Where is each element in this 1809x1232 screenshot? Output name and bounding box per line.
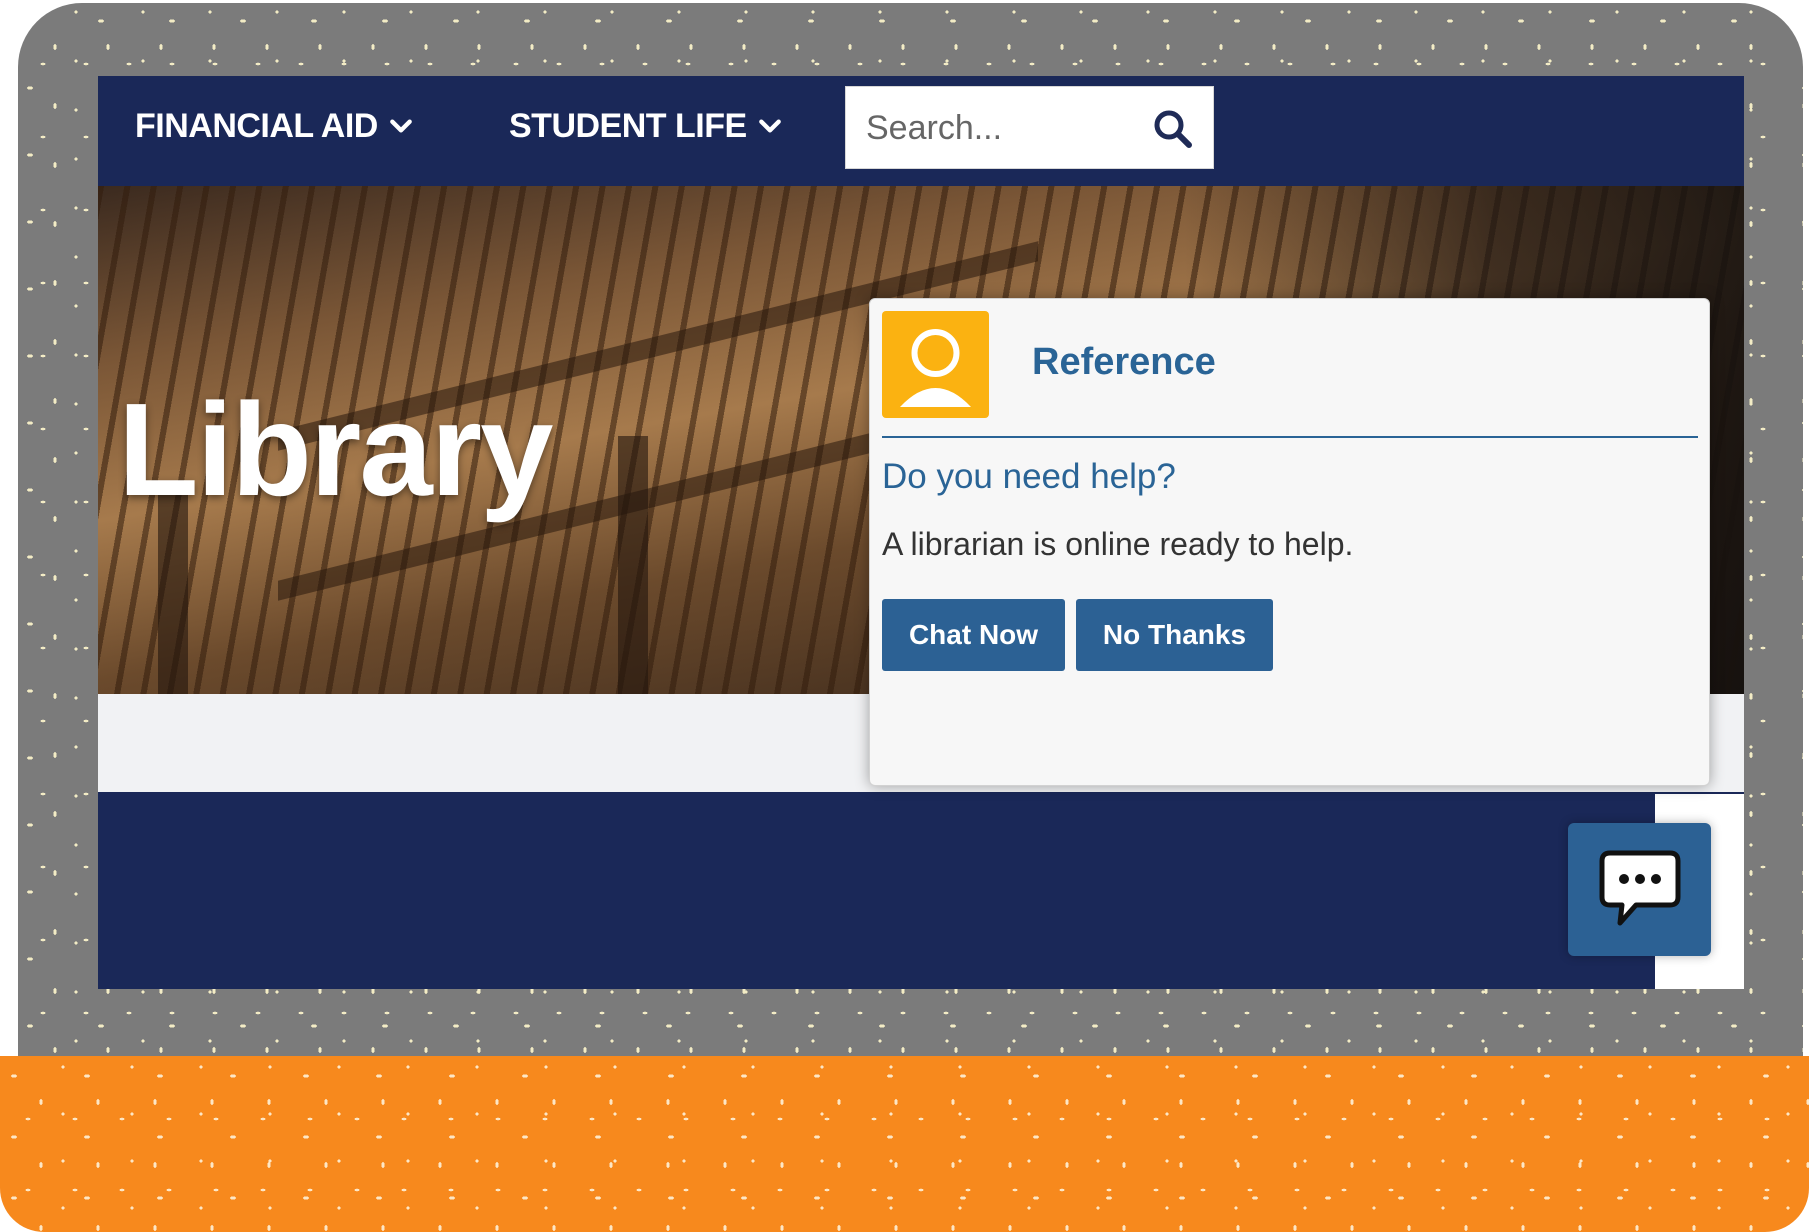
chat-now-button[interactable]: Chat Now <box>882 599 1065 671</box>
popup-title: Reference <box>1032 341 1216 383</box>
top-navigation-bar: FINANCIAL AID STUDENT LIFE <box>98 76 1744 186</box>
nav-financial-aid[interactable]: FINANCIAL AID <box>135 102 414 150</box>
nav-student-life[interactable]: STUDENT LIFE <box>509 102 783 150</box>
search-input[interactable] <box>864 101 1138 155</box>
chat-launcher-button[interactable] <box>1568 823 1711 956</box>
nav-student-life-label: STUDENT LIFE <box>509 106 747 145</box>
content-band-dark <box>98 792 1744 989</box>
user-avatar-icon <box>882 311 989 418</box>
page-title: Library <box>118 376 553 523</box>
search-box <box>845 86 1214 169</box>
nav-financial-aid-label: FINANCIAL AID <box>135 106 378 145</box>
hero-column <box>618 436 648 694</box>
chevron-down-icon <box>389 119 412 133</box>
chat-invite-popup: Reference Do you need help? A librarian … <box>869 298 1710 786</box>
no-thanks-button[interactable]: No Thanks <box>1076 599 1273 671</box>
chat-bubble-icon <box>1599 850 1681 926</box>
search-icon[interactable] <box>1151 107 1195 151</box>
decorative-frame-orange <box>0 1056 1809 1232</box>
popup-message: A librarian is online ready to help. <box>882 526 1354 562</box>
popup-divider <box>882 436 1698 438</box>
chevron-down-icon <box>758 119 781 133</box>
popup-question: Do you need help? <box>882 457 1176 496</box>
